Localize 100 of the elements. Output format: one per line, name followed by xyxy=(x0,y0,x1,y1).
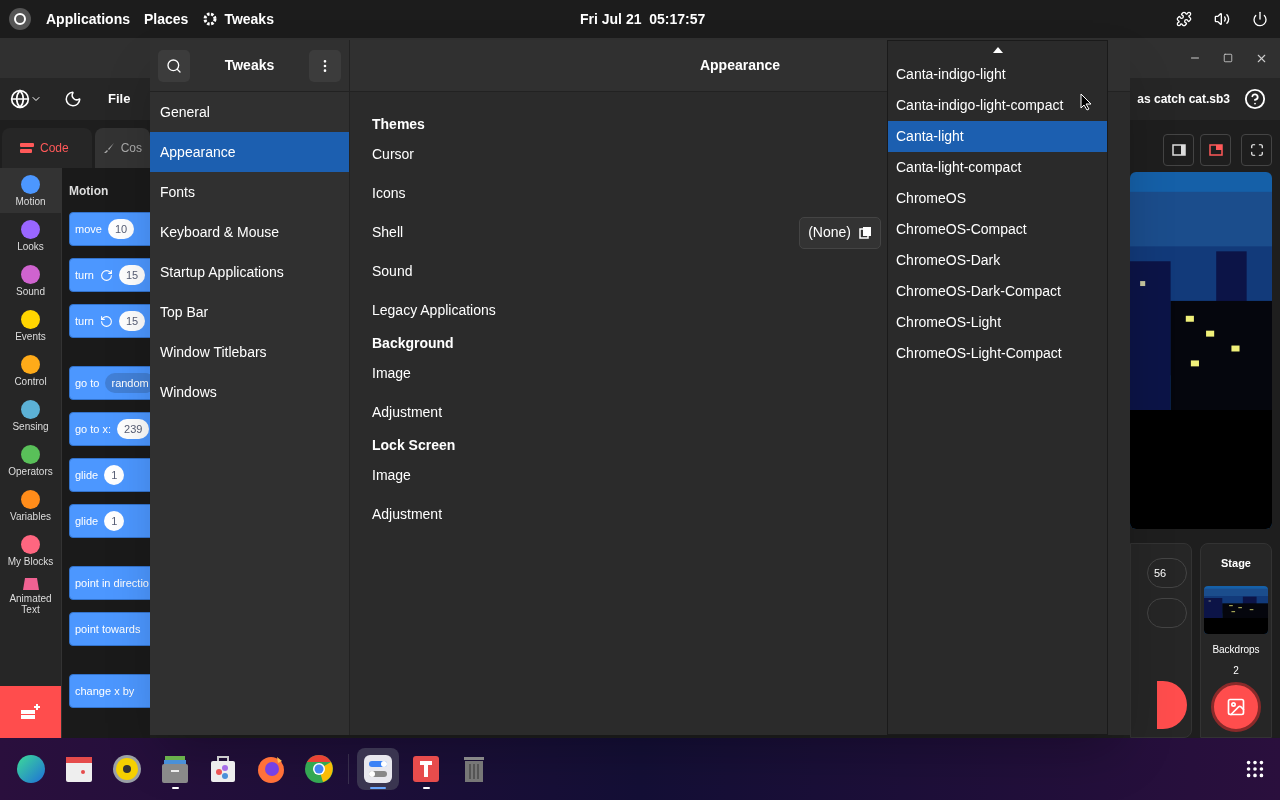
number-input[interactable]: 15 xyxy=(118,310,146,332)
sidebar-item[interactable]: General xyxy=(150,92,349,132)
gear-icon xyxy=(202,11,219,27)
theme-option[interactable]: Canta-indigo-light xyxy=(888,59,1107,90)
app-name[interactable]: Tweaks xyxy=(224,8,274,30)
app-grid-icon[interactable] xyxy=(1244,758,1266,780)
section-heading: Themes xyxy=(372,115,425,134)
number-input[interactable]: 239 xyxy=(117,418,150,440)
setting-label: Legacy Applications xyxy=(372,301,496,320)
editor-tab[interactable]: Cos xyxy=(94,128,150,168)
sidebar-item[interactable]: Appearance xyxy=(150,132,349,172)
menu-item[interactable]: File xyxy=(108,89,131,109)
power-icon[interactable] xyxy=(1252,11,1268,27)
block-label: go to x: xyxy=(75,421,112,437)
block-label: go to xyxy=(75,375,100,391)
theme-option[interactable]: Canta-indigo-light-compact xyxy=(888,90,1107,121)
code-block[interactable]: go to x: 239 xyxy=(69,412,150,446)
add-sprite-button[interactable] xyxy=(1157,681,1187,729)
setting-label: Image xyxy=(372,466,411,485)
number-input[interactable]: 10 xyxy=(107,218,135,240)
project-title: as catch cat.sb3 xyxy=(1137,91,1230,108)
block-label: glide xyxy=(75,467,99,483)
category-item[interactable]: Animated Text xyxy=(0,573,61,618)
category-item[interactable]: Control xyxy=(0,348,61,393)
section-heading: Lock Screen xyxy=(372,436,456,455)
setting-label: Icons xyxy=(372,184,406,203)
category-item[interactable]: Operators xyxy=(0,438,61,483)
window-title: Tweaks xyxy=(224,56,275,75)
theme-option[interactable]: Canta-light xyxy=(888,121,1107,152)
sidebar-item[interactable]: Fonts xyxy=(150,172,349,212)
theme-option[interactable]: ChromeOS-Dark-Compact xyxy=(888,276,1107,307)
rotate-left-icon xyxy=(99,314,113,328)
theme-option[interactable]: ChromeOS-Light-Compact xyxy=(888,338,1107,369)
scroll-up-icon[interactable] xyxy=(992,47,1003,53)
theme-option[interactable]: ChromeOS xyxy=(888,183,1107,214)
setting-label: Image xyxy=(372,364,411,383)
top-bar-menu[interactable]: Places xyxy=(144,8,189,30)
category-item[interactable]: Looks xyxy=(0,213,61,258)
category-item[interactable]: My Blocks xyxy=(0,528,61,573)
number-input[interactable]: 1 xyxy=(104,510,125,532)
fullscreen-icon xyxy=(1249,143,1264,157)
volume-icon[interactable] xyxy=(1214,11,1230,27)
number-input[interactable]: 1 xyxy=(104,464,125,486)
moon-icon[interactable] xyxy=(64,90,82,108)
rotate-right-icon xyxy=(99,268,113,282)
block-dropdown[interactable]: random xyxy=(105,372,150,394)
fullscreen-button[interactable] xyxy=(1241,134,1272,166)
image-icon xyxy=(1226,696,1246,717)
running-indicator xyxy=(171,787,179,789)
theme-option[interactable]: Canta-light-compact xyxy=(888,152,1107,183)
large-stage-icon xyxy=(1208,144,1223,156)
backdrops-count: 2 xyxy=(1233,663,1239,678)
maximize-icon[interactable] xyxy=(1223,53,1233,63)
code-block[interactable]: glide 1 xyxy=(69,458,150,492)
code-block[interactable]: go to random xyxy=(69,366,150,400)
add-backdrop-button[interactable] xyxy=(1211,681,1261,732)
language-icon[interactable] xyxy=(10,89,30,109)
number-input[interactable]: 15 xyxy=(118,264,146,286)
page-title: Appearance xyxy=(699,56,781,75)
dock-item[interactable] xyxy=(357,748,399,790)
small-stage-button[interactable] xyxy=(1163,134,1194,166)
block-label: turn xyxy=(75,267,94,283)
code-block[interactable]: glide 1 xyxy=(69,504,150,538)
extension-icon[interactable] xyxy=(1176,11,1192,27)
extension-icon xyxy=(21,576,40,591)
code-block[interactable]: turn 15 xyxy=(69,304,150,338)
add-extension-button[interactable] xyxy=(0,686,61,738)
running-indicator xyxy=(370,787,386,789)
code-block[interactable]: move 10 xyxy=(69,212,150,246)
stage-label: Stage xyxy=(1221,556,1251,571)
code-block[interactable]: turn 15 xyxy=(69,258,150,292)
category-item[interactable]: Sensing xyxy=(0,393,61,438)
category-item[interactable]: Variables xyxy=(0,483,61,528)
sidebar-item[interactable]: Windows xyxy=(150,372,349,412)
code-blocks-icon xyxy=(20,143,34,153)
activities-icon[interactable] xyxy=(8,7,32,31)
category-item[interactable]: Sound xyxy=(0,258,61,303)
backdrops-label: Backdrops xyxy=(1212,642,1260,657)
editor-tab[interactable]: Code xyxy=(2,128,92,168)
category-item[interactable]: Motion xyxy=(0,168,61,213)
theme-dropdown[interactable]: (None) xyxy=(799,216,881,249)
clock[interactable]: Fri Jul 21 05:17:57 xyxy=(580,8,706,30)
help-icon[interactable] xyxy=(1244,88,1266,110)
palette-title: Motion xyxy=(69,183,110,200)
search-button[interactable] xyxy=(158,49,190,82)
block-label: change x by xyxy=(75,683,135,699)
theme-option[interactable]: ChromeOS-Dark xyxy=(888,245,1107,276)
sidebar-item[interactable]: Startup Applications xyxy=(150,252,349,292)
category-item[interactable]: Events xyxy=(0,303,61,348)
mouse-cursor-icon xyxy=(1080,93,1092,111)
sidebar-item[interactable]: Keyboard & Mouse xyxy=(150,212,349,252)
theme-option[interactable]: ChromeOS-Light xyxy=(888,307,1107,338)
theme-option[interactable]: ChromeOS-Compact xyxy=(888,214,1107,245)
setting-label: Adjustment xyxy=(372,505,443,524)
large-stage-button[interactable] xyxy=(1200,134,1231,166)
block-label: glide xyxy=(75,513,99,529)
sidebar-item[interactable]: Window Titlebars xyxy=(150,332,349,372)
sidebar-item[interactable]: Top Bar xyxy=(150,292,349,332)
top-bar-menu[interactable]: Applications xyxy=(46,8,130,30)
setting-label: Shell xyxy=(372,223,404,242)
